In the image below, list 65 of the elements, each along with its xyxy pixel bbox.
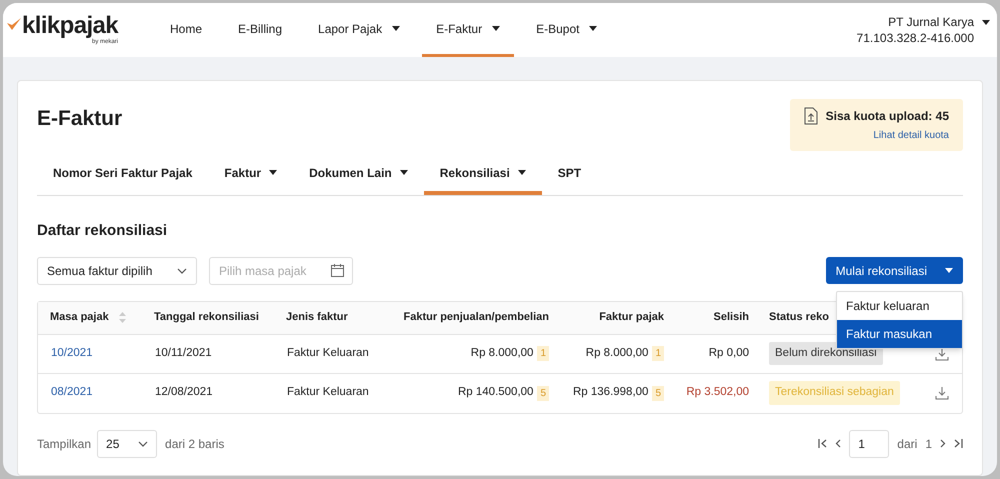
nav-item[interactable]: E-Billing <box>224 3 296 57</box>
status-badge: Terekonsiliasi sebagian <box>769 381 900 405</box>
download-icon[interactable] <box>935 386 949 400</box>
page-number-field[interactable]: 1 <box>849 430 890 458</box>
table-cell-text: Rp 8.000,00 <box>470 346 534 361</box>
calendar-icon <box>331 264 344 276</box>
column-header: Faktur pajak <box>599 310 664 326</box>
previous-page-icon[interactable] <box>835 439 842 448</box>
column-header: Selisih <box>714 310 749 326</box>
menu-item[interactable]: Faktur keluaran <box>837 292 962 320</box>
period-link[interactable]: 08/2021 <box>51 386 93 398</box>
period-link[interactable]: 10/2021 <box>51 346 93 359</box>
table-cell-text: Rp 0,00 <box>708 346 749 361</box>
tab[interactable]: SPT <box>542 154 598 195</box>
column-header: Jenis faktur <box>286 310 348 326</box>
quota-text: Sisa kuota upload: 45 <box>826 108 949 125</box>
nav-item[interactable]: E-Faktur <box>422 3 514 57</box>
count-badge: 5 <box>537 386 549 400</box>
tab[interactable]: Faktur <box>208 154 294 195</box>
table-cell-text: Rp 8.000,00 <box>586 346 648 361</box>
caret-icon <box>945 268 953 273</box>
section-title: Daftar rekonsiliasi <box>37 221 168 241</box>
table-cell-text: Rp 3.502,00 <box>686 385 749 400</box>
table-cell: Faktur Keluaran <box>287 386 369 398</box>
file-upload-icon <box>804 107 818 125</box>
nav-item[interactable]: E-Bupot <box>522 3 612 57</box>
start-reconciliation-button[interactable]: Mulai rekonsiliasi <box>826 257 963 284</box>
table-cell: 10/11/2021 <box>155 346 212 359</box>
table-cell-text: Rp 140.500,00 <box>458 385 534 400</box>
table-cell-text: Rp 136.998,00 <box>572 385 648 400</box>
count-badge: 1 <box>537 346 549 361</box>
menu-item[interactable]: Faktur masukan <box>837 320 962 348</box>
column-header: Faktur penjualan/pembelian <box>404 310 549 326</box>
tab[interactable]: Nomor Seri Faktur Pajak <box>37 154 208 195</box>
count-badge: 5 <box>652 386 664 400</box>
invoice-filter-select[interactable]: Semua faktur dipilih <box>37 256 197 284</box>
page-size-select[interactable]: 25 <box>97 430 158 458</box>
rows-info: dari 2 baris <box>165 436 224 452</box>
page-title: E-Faktur <box>37 106 122 132</box>
checkmark-logo-icon <box>6 16 22 32</box>
table-cell: 12/08/2021 <box>155 386 213 398</box>
count-badge: 1 <box>652 346 664 361</box>
download-icon[interactable] <box>935 346 949 360</box>
period-field[interactable]: Pilih masa pajak <box>209 256 353 284</box>
nav-item[interactable]: Home <box>156 3 216 57</box>
logo-wordmark: klikpajak <box>22 14 118 38</box>
tab[interactable]: Dokumen Lain <box>293 154 424 195</box>
nav-item[interactable]: Lapor Pajak <box>304 3 414 57</box>
show-label: Tampilkan <box>37 436 92 452</box>
chevron-down-icon <box>177 268 187 274</box>
page-of-label: dari <box>897 436 918 452</box>
column-header: Status reko <box>769 310 829 326</box>
quota-detail-link[interactable]: Lihat detail kuota <box>873 128 949 143</box>
company-name: PT Jurnal Karya <box>888 14 974 30</box>
total-pages: 1 <box>925 436 932 452</box>
table-cell: Faktur Keluaran <box>287 346 369 359</box>
column-header: Masa pajak <box>50 310 109 326</box>
first-page-icon[interactable] <box>818 439 828 448</box>
chevron-down-icon <box>138 440 148 446</box>
next-page-icon[interactable] <box>940 439 946 448</box>
tab[interactable]: Rekonsiliasi <box>424 154 542 195</box>
column-header: Tanggal rekonsiliasi <box>154 310 259 326</box>
company-tax-id: 71.103.328.2-416.000 <box>856 30 974 46</box>
caret-icon <box>982 20 990 25</box>
last-page-icon[interactable] <box>954 439 963 448</box>
